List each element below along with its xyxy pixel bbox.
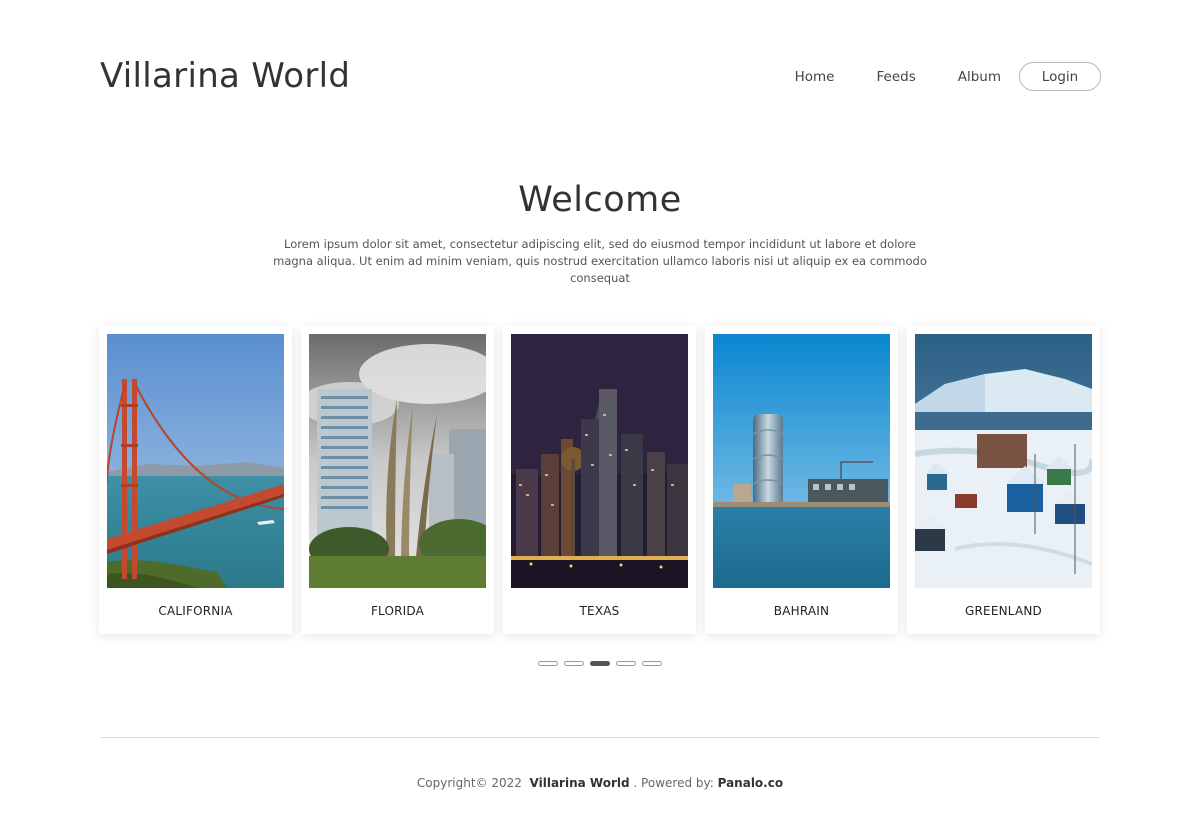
- bahrain-photo: [713, 334, 890, 588]
- destination-label: GREENLAND: [965, 604, 1042, 618]
- carousel-dot-3[interactable]: [590, 661, 610, 666]
- carousel-dot-1[interactable]: [538, 661, 558, 666]
- california-photo: [107, 334, 284, 588]
- site-footer: Copyright© 2022 Villarina World . Powere…: [0, 776, 1200, 790]
- destination-card-texas[interactable]: TEXAS: [503, 326, 696, 634]
- footer-site-name: Villarina World: [529, 776, 630, 790]
- destination-card-california[interactable]: CALIFORNIA: [99, 326, 292, 634]
- carousel-dot-2[interactable]: [564, 661, 584, 666]
- page-title: Welcome: [518, 180, 682, 220]
- carousel-pagination: [538, 661, 668, 666]
- destination-label: CALIFORNIA: [158, 604, 233, 618]
- florida-photo: [309, 334, 486, 588]
- greenland-photo: [915, 334, 1092, 588]
- login-button[interactable]: Login: [1019, 62, 1101, 91]
- nav-link-album[interactable]: Album: [958, 69, 1001, 85]
- site-brand[interactable]: Villarina World: [100, 56, 350, 96]
- site-header: Villarina World Home Feeds Album Login: [100, 50, 1101, 106]
- carousel-dot-4[interactable]: [616, 661, 636, 666]
- nav-link-home[interactable]: Home: [795, 69, 835, 85]
- texas-photo: [511, 334, 688, 588]
- destination-carousel: CALIFORNIA FLORIDA TEXAS BAHRAIN GREENLA…: [99, 326, 1101, 636]
- intro-text: Lorem ipsum dolor sit amet, consectetur …: [273, 237, 927, 285]
- destination-label: FLORIDA: [370, 604, 425, 618]
- powered-by-prefix: . Powered by:: [633, 776, 714, 790]
- destination-label: TEXAS: [579, 604, 620, 618]
- destination-label: BAHRAIN: [773, 604, 830, 618]
- carousel-dot-5[interactable]: [642, 661, 662, 666]
- copyright-text: Copyright© 2022: [416, 776, 522, 790]
- powered-by-link[interactable]: Panalo.co: [718, 776, 783, 790]
- destination-card-greenland[interactable]: GREENLAND: [907, 326, 1100, 634]
- destination-card-bahrain[interactable]: BAHRAIN: [705, 326, 898, 634]
- destination-card-florida[interactable]: FLORIDA: [301, 326, 494, 634]
- nav-link-feeds[interactable]: Feeds: [876, 69, 915, 85]
- main-nav: Home Feeds Album Login: [795, 62, 1101, 91]
- footer-divider: [100, 737, 1100, 738]
